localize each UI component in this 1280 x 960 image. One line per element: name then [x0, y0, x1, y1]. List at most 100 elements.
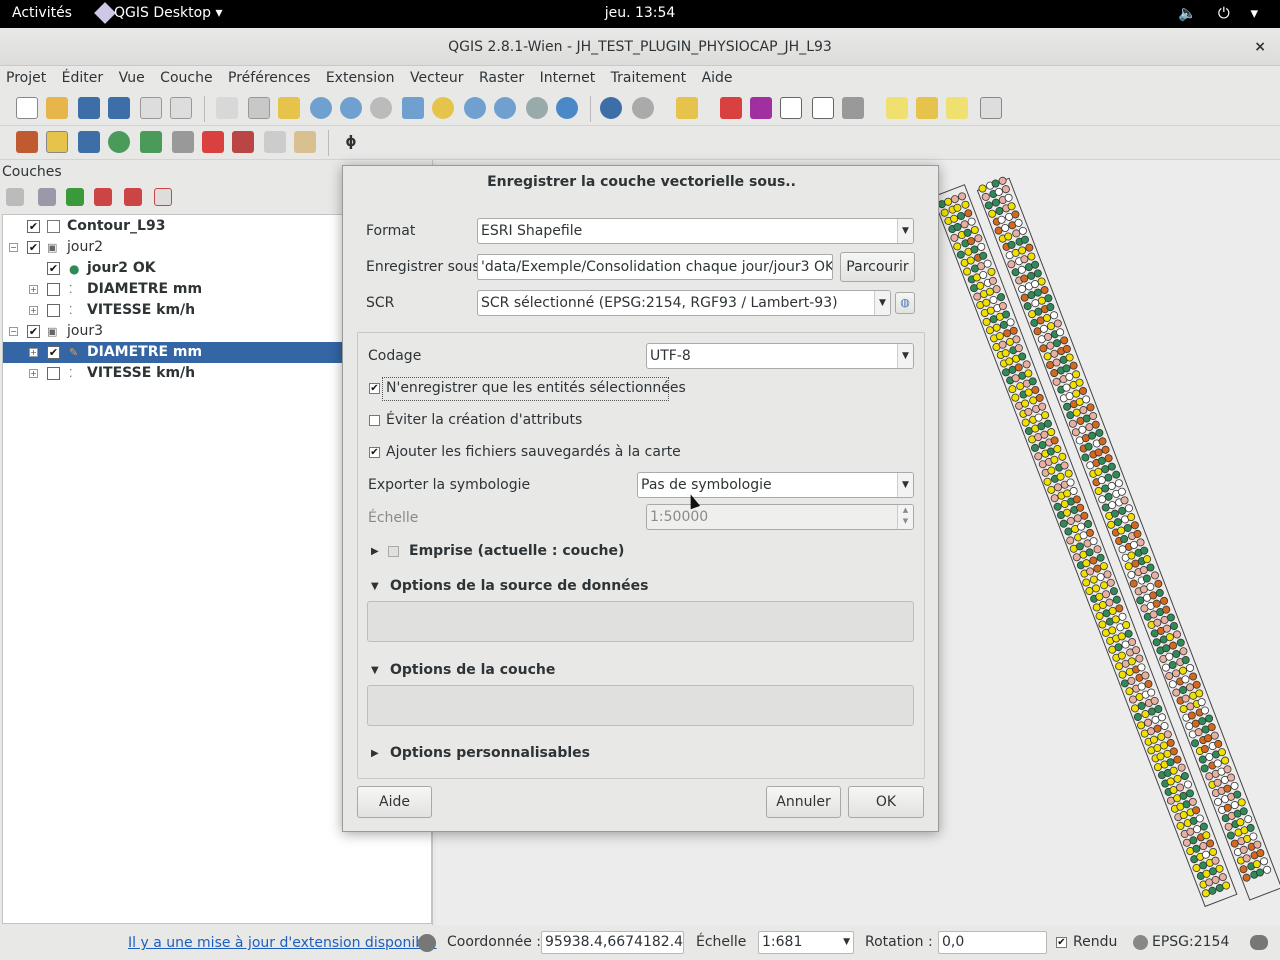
collapse-icon[interactable]: −: [9, 327, 18, 336]
touch-icon[interactable]: [216, 97, 238, 119]
menu-vue[interactable]: Vue: [113, 66, 150, 86]
menu-projet[interactable]: Projet: [0, 66, 51, 86]
manage-visibility-icon[interactable]: [38, 188, 56, 206]
skip-attributes-checkbox[interactable]: [369, 415, 380, 426]
system-status-icons[interactable]: 🔈 ⏻ ▾: [1178, 4, 1266, 22]
collapse-all-icon[interactable]: [124, 188, 142, 206]
zoom-last-icon[interactable]: [494, 97, 516, 119]
only-selected-checkbox[interactable]: ✔: [369, 383, 380, 394]
menu-internet[interactable]: Internet: [534, 66, 601, 86]
save-path-field[interactable]: 'data/Exemple/Consolidation chaque jour/…: [477, 254, 833, 280]
layer-checkbox[interactable]: ✔: [47, 262, 60, 275]
measure-icon[interactable]: [842, 97, 864, 119]
print-composer-icon[interactable]: [140, 97, 162, 119]
render-checkbox[interactable]: ✔: [1056, 937, 1067, 948]
layer-checkbox[interactable]: [47, 283, 60, 296]
encoding-select[interactable]: UTF-8 ▼: [646, 343, 914, 369]
help-button[interactable]: Aide: [357, 786, 432, 818]
node-tool-icon[interactable]: [172, 131, 194, 153]
datasource-options-box[interactable]: [367, 601, 914, 642]
text-annotation-icon[interactable]: [980, 97, 1002, 119]
expand-icon[interactable]: +: [29, 285, 38, 294]
zoom-out-icon[interactable]: [340, 97, 362, 119]
group-node-jour2[interactable]: − ✔ ▣ jour2: [3, 237, 343, 258]
only-selected-label[interactable]: N'enregistrer que les entités sélectionn…: [386, 380, 686, 396]
menu-couche[interactable]: Couche: [154, 66, 217, 86]
crs-selector-icon[interactable]: ◍: [895, 292, 915, 314]
messages-bubble-icon[interactable]: [1250, 935, 1268, 950]
crs-globe-icon[interactable]: [1133, 935, 1148, 950]
menu-editer[interactable]: Éditer: [56, 66, 108, 86]
skip-attributes-label[interactable]: Éviter la création d'attributs: [386, 412, 582, 428]
toggle-editing-icon[interactable]: [46, 131, 68, 153]
pan-icon[interactable]: [248, 97, 270, 119]
zoom-selection-icon[interactable]: [432, 97, 454, 119]
new-bookmark-icon[interactable]: [916, 97, 938, 119]
expand-icon[interactable]: +: [29, 306, 38, 315]
identify-icon[interactable]: [600, 97, 622, 119]
deselect-icon[interactable]: [720, 97, 742, 119]
menu-extension[interactable]: Extension: [320, 66, 400, 86]
layer-node-vitesse-jour3[interactable]: + ⁚ VITESSE km/h: [3, 363, 343, 384]
save-edits-icon[interactable]: [78, 131, 100, 153]
layer-options-label[interactable]: Options de la couche: [390, 662, 555, 678]
new-project-icon[interactable]: [16, 97, 38, 119]
layer-node-diametre-jour2[interactable]: + ⁚ DIAMETRE mm: [3, 279, 343, 300]
layer-node-contour[interactable]: ✔ Contour_L93: [3, 216, 343, 237]
expand-triangle-icon[interactable]: ▶: [371, 748, 379, 759]
layer-checkbox[interactable]: ✔: [27, 220, 40, 233]
menu-vecteur[interactable]: Vecteur: [404, 66, 469, 86]
attribute-table-icon[interactable]: [780, 97, 802, 119]
refresh-icon[interactable]: [556, 97, 578, 119]
layer-node-vitesse-jour2[interactable]: + ⁚ VITESSE km/h: [3, 300, 343, 321]
copy-features-icon[interactable]: [264, 131, 286, 153]
open-project-icon[interactable]: [46, 97, 68, 119]
remove-layer-icon[interactable]: [154, 188, 172, 206]
collapse-triangle-icon[interactable]: ▼: [371, 581, 379, 592]
layer-options-box[interactable]: [367, 685, 914, 726]
collapse-icon[interactable]: −: [9, 243, 18, 252]
layer-checkbox[interactable]: [47, 367, 60, 380]
show-bookmarks-icon[interactable]: [946, 97, 968, 119]
add-point-icon[interactable]: [108, 131, 130, 153]
menu-aide[interactable]: Aide: [696, 66, 738, 86]
collapse-triangle-icon[interactable]: ▼: [371, 665, 379, 676]
statistics-icon[interactable]: [812, 97, 834, 119]
menu-raster[interactable]: Raster: [473, 66, 529, 86]
add-to-map-label[interactable]: Ajouter les fichiers sauvegardés à la ca…: [386, 444, 681, 460]
run-action-icon[interactable]: [632, 97, 654, 119]
expand-all-icon[interactable]: [94, 188, 112, 206]
zoom-next-icon[interactable]: [526, 97, 548, 119]
field-calculator-icon[interactable]: [750, 97, 772, 119]
crs-status-button[interactable]: EPSG:2154: [1152, 934, 1229, 950]
format-select[interactable]: ESRI Shapefile ▼: [477, 218, 914, 244]
custom-options-label[interactable]: Options personnalisables: [390, 745, 590, 761]
messages-icon[interactable]: [418, 934, 436, 952]
cancel-button[interactable]: Annuler: [766, 786, 841, 818]
browse-button[interactable]: Parcourir: [840, 252, 915, 282]
add-to-map-checkbox[interactable]: ✔: [369, 447, 380, 458]
rotation-field[interactable]: 0,0: [938, 931, 1047, 954]
coordinate-field[interactable]: 95938.4,6674182.4: [541, 931, 684, 954]
cut-features-icon[interactable]: [232, 131, 254, 153]
composer-manager-icon[interactable]: [170, 97, 192, 119]
delete-selected-icon[interactable]: [202, 131, 224, 153]
select-features-icon[interactable]: [676, 97, 698, 119]
filter-legend-icon[interactable]: [66, 188, 84, 206]
group-checkbox[interactable]: ✔: [27, 241, 40, 254]
group-checkbox[interactable]: ✔: [27, 325, 40, 338]
pan-to-selection-icon[interactable]: [278, 97, 300, 119]
zoom-native-icon[interactable]: [370, 97, 392, 119]
menu-preferences[interactable]: Préférences: [222, 66, 315, 86]
layer-checkbox[interactable]: [47, 304, 60, 317]
save-as-icon[interactable]: [108, 97, 130, 119]
expand-triangle-icon[interactable]: ▶: [371, 546, 379, 557]
menu-traitement[interactable]: Traitement: [605, 66, 691, 86]
paste-features-icon[interactable]: [294, 131, 316, 153]
add-polygon-icon[interactable]: [140, 131, 162, 153]
group-node-jour3[interactable]: − ✔ ▣ jour3: [3, 321, 343, 342]
zoom-layer-icon[interactable]: [464, 97, 486, 119]
layer-node-jour2-ok[interactable]: ✔ ● jour2 OK: [3, 258, 343, 279]
datasource-options-label[interactable]: Options de la source de données: [390, 578, 649, 594]
expand-icon[interactable]: +: [29, 348, 38, 357]
